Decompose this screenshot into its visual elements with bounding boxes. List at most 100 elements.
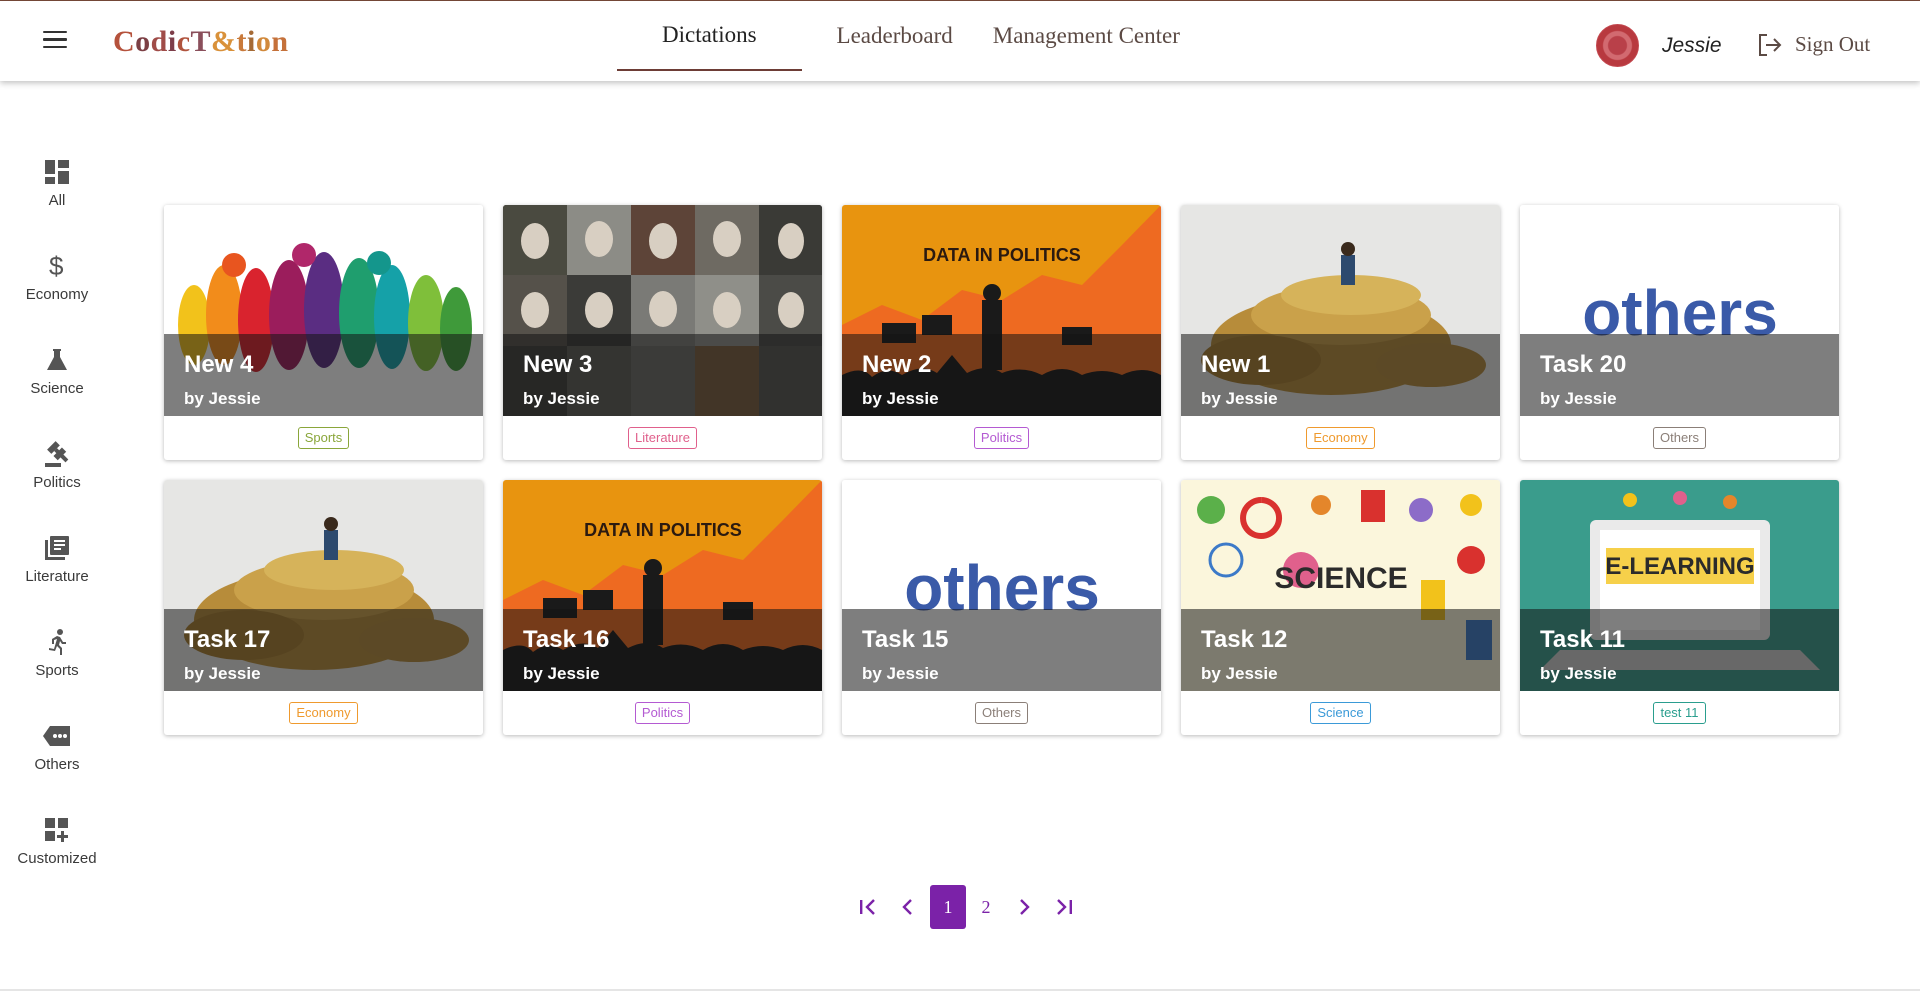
tab-leaderboard[interactable]: Leaderboard — [802, 1, 983, 71]
dictation-card[interactable]: SCIENCE Task 12 by Jessie Science — [1181, 480, 1500, 735]
category-tag: Economy — [289, 702, 358, 724]
card-thumbnail: New 1 by Jessie — [1181, 205, 1500, 416]
sidebar-item-label: Literature — [25, 568, 89, 585]
sign-out-label: Sign Out — [1795, 32, 1871, 56]
card-author: by Jessie — [1540, 664, 1617, 683]
next-page-icon[interactable] — [1004, 885, 1044, 929]
flask-icon — [41, 344, 73, 376]
elearning-word: E-LEARNING — [1605, 553, 1754, 580]
app-header: CodicT&tion Dictations Leaderboard Manag… — [0, 1, 1920, 81]
category-tag: Literature — [628, 427, 697, 449]
card-thumbnail: New 3 by Jessie — [503, 205, 822, 416]
card-thumbnail: Task 17 by Jessie — [164, 480, 483, 691]
card-author: by Jessie — [523, 664, 600, 683]
sidebar-item-literature[interactable]: Literature — [0, 526, 114, 620]
card-author: by Jessie — [184, 664, 261, 683]
dictation-card[interactable]: DATA IN POLITICS Task 16 by Jessie Polit… — [503, 480, 822, 735]
avatar[interactable] — [1596, 24, 1639, 67]
svg-text:$: $ — [49, 252, 64, 280]
sidebar-item-label: Politics — [33, 474, 81, 491]
dictation-card[interactable]: DATA IN POLITICS New 2 by Jessie Politic… — [842, 205, 1161, 460]
category-tag: Others — [974, 702, 1028, 724]
category-tag: test 11 — [1653, 702, 1706, 724]
card-thumbnail: New 4 by Jessie — [164, 205, 483, 416]
user-name: Jessie — [1662, 34, 1722, 57]
card-author: by Jessie — [1201, 389, 1278, 408]
sidebar-item-politics[interactable]: Politics — [0, 432, 114, 526]
sidebar-item-label: Science — [30, 380, 84, 397]
sidebar-item-others[interactable]: Others — [0, 714, 114, 808]
card-title: New 1 — [1201, 351, 1271, 378]
category-tag: Others — [1652, 427, 1706, 449]
main-nav: Dictations Leaderboard Management Center — [617, 1, 1190, 81]
card-thumbnail: DATA IN POLITICS Task 16 by Jessie — [503, 480, 822, 691]
card-author: by Jessie — [1201, 664, 1278, 683]
sidebar-item-label: All — [48, 192, 66, 209]
page-button-1[interactable]: 1 — [930, 885, 966, 929]
dictation-card[interactable]: New 4 by Jessie Sports — [164, 205, 483, 460]
dictation-card[interactable]: others Task 15 by Jessie Others — [842, 480, 1161, 735]
card-author: by Jessie — [862, 664, 939, 683]
card-title: Task 20 — [1540, 351, 1627, 378]
category-tag: Science — [1310, 702, 1371, 724]
card-title: Task 16 — [523, 626, 610, 653]
page-button-2[interactable]: 2 — [968, 885, 1004, 929]
card-thumbnail: others Task 15 by Jessie — [842, 480, 1161, 691]
sidebar-item-label: Sports — [35, 662, 79, 679]
more-tag-icon — [41, 720, 73, 752]
card-title: New 3 — [523, 351, 593, 378]
card-title: Task 17 — [184, 626, 271, 653]
tab-management-center[interactable]: Management Center — [983, 1, 1190, 71]
politics-banner-text: DATA IN POLITICS — [584, 520, 742, 540]
runner-icon — [41, 626, 73, 658]
first-page-icon[interactable] — [848, 885, 888, 929]
card-thumbnail: SCIENCE Task 12 by Jessie — [1181, 480, 1500, 691]
dictation-card[interactable]: others Task 20 by Jessie Others — [1520, 205, 1839, 460]
book-icon — [41, 532, 73, 564]
app-logo[interactable]: CodicT&tion — [113, 25, 289, 59]
card-title: Task 11 — [1540, 626, 1625, 653]
card-author: by Jessie — [1540, 389, 1617, 408]
dollar-icon: $ — [41, 250, 73, 282]
sidebar-item-label: Economy — [25, 286, 89, 303]
card-author: by Jessie — [523, 389, 600, 408]
logout-icon — [1759, 33, 1782, 56]
science-word: SCIENCE — [1274, 562, 1407, 595]
card-author: by Jessie — [862, 389, 939, 408]
card-title: Task 15 — [862, 626, 949, 653]
sidebar-item-label: Others — [34, 756, 80, 773]
card-author: by Jessie — [184, 389, 261, 408]
dictation-grid: New 4 by Jessie Sports New 3 by Jessie L… — [164, 205, 1839, 735]
category-tag: Politics — [973, 427, 1030, 449]
dashboard-icon — [41, 156, 73, 188]
tab-dictations[interactable]: Dictations — [617, 1, 802, 71]
sidebar-item-customized[interactable]: Customized — [0, 808, 114, 902]
category-tag: Sports — [297, 427, 350, 449]
dictation-card[interactable]: E-LEARNING Task 11 by Jessie test 11 — [1520, 480, 1839, 735]
add-grid-icon — [41, 814, 73, 846]
card-title: Task 12 — [1201, 626, 1288, 653]
pagination: 1 2 — [848, 885, 1084, 929]
dictation-card[interactable]: New 1 by Jessie Economy — [1181, 205, 1500, 460]
sidebar-item-sports[interactable]: Sports — [0, 620, 114, 714]
card-thumbnail: E-LEARNING Task 11 by Jessie — [1520, 480, 1839, 691]
last-page-icon[interactable] — [1044, 885, 1084, 929]
dictation-card[interactable]: New 3 by Jessie Literature — [503, 205, 822, 460]
gavel-icon — [41, 438, 73, 470]
card-thumbnail: others Task 20 by Jessie — [1520, 205, 1839, 416]
card-title: New 4 — [184, 351, 254, 378]
card-thumbnail: DATA IN POLITICS New 2 by Jessie — [842, 205, 1161, 416]
sidebar-item-economy[interactable]: $ Economy — [0, 244, 114, 338]
card-title: New 2 — [862, 351, 932, 378]
politics-banner-text: DATA IN POLITICS — [923, 245, 1081, 265]
prev-page-icon[interactable] — [888, 885, 928, 929]
category-tag: Politics — [634, 702, 691, 724]
category-tag: Economy — [1306, 427, 1375, 449]
sidebar-item-label: Customized — [17, 850, 97, 867]
sign-out-button[interactable]: Sign Out — [1757, 32, 1870, 57]
category-sidebar: All $ Economy Science Politics Literatur… — [0, 150, 114, 902]
menu-icon[interactable] — [43, 31, 67, 49]
sidebar-item-science[interactable]: Science — [0, 338, 114, 432]
sidebar-item-all[interactable]: All — [0, 150, 114, 244]
dictation-card[interactable]: Task 17 by Jessie Economy — [164, 480, 483, 735]
